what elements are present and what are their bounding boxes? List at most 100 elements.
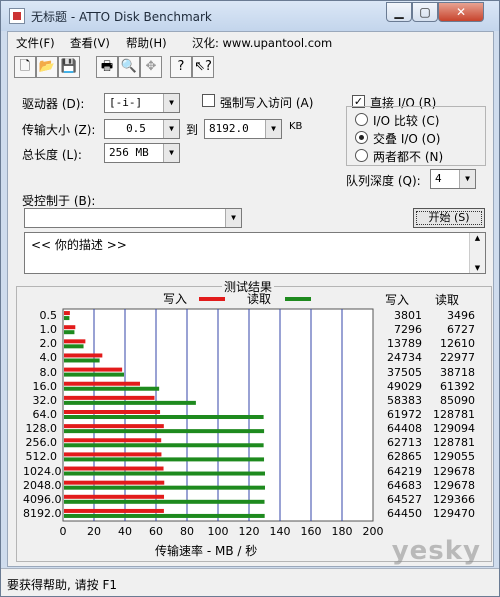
- read-bar: [64, 358, 100, 363]
- write-value: 58383: [387, 393, 422, 407]
- write-bar: [64, 381, 140, 386]
- transfer-to-select[interactable]: 8192.0 ▼: [204, 119, 282, 139]
- write-bar: [64, 466, 164, 471]
- write-value: 61972: [387, 408, 422, 421]
- y-category-label: 4.0: [39, 351, 58, 365]
- drive-select[interactable]: [-i-] ▼: [104, 93, 180, 113]
- queue-depth-label: 队列深度 (Q):: [346, 174, 421, 188]
- read-bar: [64, 457, 265, 462]
- read-bar: [64, 372, 125, 377]
- drive-label: 驱动器 (D):: [22, 97, 85, 111]
- radio-compare[interactable]: [355, 113, 368, 126]
- y-category-label: 32.0: [32, 393, 58, 407]
- write-bar: [64, 438, 162, 443]
- read-bar: [64, 344, 84, 349]
- radio-neither-label: 两者都不 (N): [373, 150, 444, 164]
- chevron-down-icon[interactable]: ▼: [163, 120, 179, 138]
- description-input[interactable]: << 你的描述 >> ▲ ▼: [24, 232, 486, 274]
- menu-localize[interactable]: 汉化: www.upantool.com: [192, 35, 332, 51]
- write-value: 64527: [387, 492, 422, 506]
- print-icon[interactable]: 🖶: [96, 56, 118, 78]
- read-bar: [64, 429, 265, 434]
- chevron-down-icon[interactable]: ▼: [163, 144, 179, 162]
- radio-overlap-label: 交叠 I/O (O): [373, 132, 441, 146]
- radio-neither[interactable]: [355, 149, 368, 162]
- y-category-label: 64.0: [32, 408, 58, 421]
- read-value: 85090: [440, 393, 475, 407]
- read-value: 3496: [447, 309, 475, 323]
- write-bar: [64, 452, 162, 457]
- write-value: 64408: [387, 422, 422, 436]
- read-bar: [64, 400, 196, 405]
- y-category-label: 1024.0: [23, 464, 62, 478]
- write-bar: [64, 494, 165, 499]
- description-scrollbar[interactable]: ▲ ▼: [469, 233, 485, 273]
- x-tick-label: 100: [207, 525, 229, 538]
- radio-overlap[interactable]: [355, 131, 368, 144]
- total-length-select[interactable]: 256 MB ▼: [104, 143, 180, 163]
- save-icon[interactable]: 💾: [58, 56, 80, 78]
- maximize-button[interactable]: ▢: [412, 2, 438, 22]
- status-bar: 要获得帮助, 请按 F1: [1, 568, 499, 596]
- window-title: 无标题 - ATTO Disk Benchmark: [31, 10, 212, 24]
- chevron-down-icon[interactable]: ▼: [225, 209, 241, 227]
- yesky-watermark: yesky: [391, 536, 481, 566]
- y-category-label: 8.0: [39, 365, 58, 379]
- read-value: 129094: [433, 422, 475, 436]
- open-folder-icon[interactable]: 📂: [36, 56, 58, 78]
- read-bar: [64, 485, 266, 490]
- chevron-down-icon[interactable]: ▼: [265, 120, 281, 138]
- chevron-down-icon[interactable]: ▼: [459, 170, 475, 188]
- app-icon[interactable]: [9, 8, 25, 24]
- menu-help[interactable]: 帮助(H): [126, 35, 167, 51]
- write-value: 62865: [387, 450, 422, 464]
- x-tick-label: 180: [331, 525, 353, 538]
- write-value: 62713: [387, 436, 422, 450]
- write-bar: [64, 508, 164, 513]
- print-preview-icon[interactable]: 🔍: [118, 56, 140, 78]
- y-category-label: 2.0: [39, 337, 58, 351]
- menu-view[interactable]: 查看(V): [70, 35, 110, 51]
- chevron-down-icon[interactable]: ▼: [163, 94, 179, 112]
- write-bar: [64, 367, 123, 372]
- transfer-size-label: 传输大小 (Z):: [22, 123, 96, 137]
- menu-file[interactable]: 文件(F): [16, 35, 55, 51]
- read-bar: [64, 471, 266, 476]
- move-icon[interactable]: ✥: [140, 56, 162, 78]
- transfer-from-select[interactable]: 0.5 ▼: [104, 119, 180, 139]
- read-value: 129678: [433, 478, 475, 492]
- queue-depth-select[interactable]: 4 ▼: [430, 169, 476, 189]
- x-tick-label: 120: [238, 525, 260, 538]
- write-value: 64683: [387, 478, 422, 492]
- write-value: 49029: [387, 379, 422, 393]
- x-tick-label: 60: [149, 525, 163, 538]
- start-button[interactable]: 开始 (S): [413, 208, 485, 228]
- app-window: 无标题 - ATTO Disk Benchmark ▁ ▢ ✕ 文件(F) 查看…: [0, 0, 500, 597]
- write-value: 64450: [387, 506, 422, 520]
- x-axis-title: 传输速率 - MB / 秒: [155, 544, 258, 558]
- read-value: 61392: [440, 379, 475, 393]
- new-file-icon[interactable]: 🗋: [14, 56, 36, 78]
- read-bar: [64, 316, 70, 321]
- results-group: 测试结果 写入 读取 写入 读取 0 20 40 60 80 100 120 140 160 18…: [16, 278, 492, 562]
- force-write-checkbox[interactable]: [202, 94, 215, 107]
- read-bar: [64, 386, 160, 391]
- write-bar: [64, 353, 103, 358]
- title-bar[interactable]: 无标题 - ATTO Disk Benchmark ▁ ▢ ✕: [1, 1, 499, 31]
- read-bar: [64, 499, 265, 504]
- controlled-by-select[interactable]: ▼: [24, 208, 242, 228]
- close-button[interactable]: ✕: [438, 2, 484, 22]
- help-icon[interactable]: ?: [170, 56, 192, 78]
- transfer-unit: KB: [289, 121, 303, 132]
- force-write-label: 强制写入访问 (A): [220, 96, 314, 110]
- minimize-button[interactable]: ▁: [386, 2, 412, 22]
- write-bar: [64, 395, 155, 400]
- y-category-label: 128.0: [25, 422, 58, 436]
- write-value: 37505: [387, 365, 422, 379]
- context-help-icon[interactable]: ⇖?: [192, 56, 214, 78]
- controlled-by-label: 受控制于 (B):: [22, 194, 96, 208]
- write-bar: [64, 325, 76, 330]
- write-bar: [64, 339, 86, 344]
- radio-compare-label: I/O 比较 (C): [373, 114, 440, 128]
- write-value: 64219: [387, 464, 422, 478]
